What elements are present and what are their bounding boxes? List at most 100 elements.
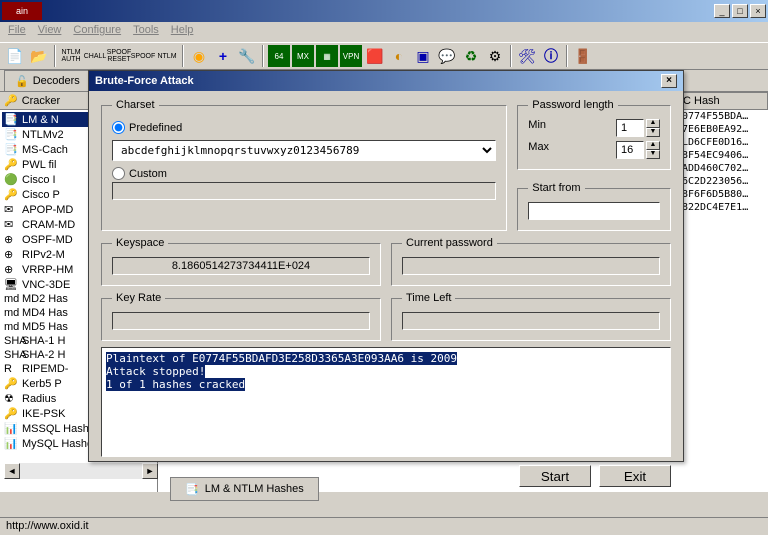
max-input[interactable] <box>616 141 644 159</box>
keyspace-field <box>112 257 370 275</box>
recycle-icon[interactable]: ♻ <box>460 45 482 67</box>
ntlm-icon[interactable]: NTLM <box>156 45 178 67</box>
b64-icon[interactable]: 64 <box>268 45 290 67</box>
pwlen-group: Password length Min ▲▼ Max ▲▼ <box>517 99 671 170</box>
tools-icon[interactable]: 🛠 <box>516 45 538 67</box>
output-line: 1 of 1 hashes cracked <box>106 378 245 391</box>
tree-item-icon: 📊 <box>4 422 18 435</box>
add-icon[interactable]: + <box>212 45 234 67</box>
toolbar: 📄 📂 NTLM AUTH CHALL SPOOF RESET SPOOF NT… <box>0 42 768 70</box>
window-titlebar: ain _ □ × <box>0 0 768 22</box>
tree-item-icon: SHA <box>4 335 18 347</box>
misc1-icon[interactable]: 🟥 <box>364 45 386 67</box>
output-log: Plaintext of E0774F55BDAFD3E258D3365A3E0… <box>101 347 671 457</box>
tab-decoders[interactable]: 🔓 Decoders <box>4 70 91 91</box>
keyrate-group: Key Rate <box>101 292 381 341</box>
hash-cell[interactable]: 6C2D223056… <box>678 175 768 188</box>
dialog-title: Brute-Force Attack <box>95 75 194 87</box>
keyspace-group: Keyspace <box>101 237 381 286</box>
dialog-titlebar: Brute-Force Attack × <box>89 71 683 91</box>
min-up-icon[interactable]: ▲ <box>646 119 660 128</box>
tree-item-icon: 🔑 <box>4 158 18 171</box>
menu-configure[interactable]: Configure <box>73 24 121 40</box>
output-line: Attack stopped! <box>106 365 205 378</box>
tree-item-icon: 📊 <box>4 437 18 450</box>
col-header-hash[interactable]: C Hash <box>678 92 768 110</box>
curpw-field <box>402 257 660 275</box>
hash-cell[interactable]: 8F6F6D5B80… <box>678 188 768 201</box>
misc3-icon[interactable]: ▣ <box>412 45 434 67</box>
tree-item-icon: ✉ <box>4 218 18 231</box>
tool-icon[interactable]: 🔧 <box>236 45 258 67</box>
menu-view[interactable]: View <box>38 24 62 40</box>
charset-group: Charset Predefined abcdefghijklmnopqrstu… <box>101 99 507 231</box>
tree-item-icon: 🖥 <box>4 278 18 291</box>
vpn-icon[interactable]: VPN <box>340 45 362 67</box>
start-button[interactable]: Start <box>519 465 591 487</box>
tree-item-icon: SHA <box>4 349 18 361</box>
app-logo-icon: ain <box>2 2 42 20</box>
open-icon[interactable]: 📂 <box>28 45 50 67</box>
mx-icon[interactable]: MX <box>292 45 314 67</box>
keyrate-field <box>112 312 370 330</box>
hash-cell[interactable]: 8F54EC9406… <box>678 149 768 162</box>
tree-item-icon: 🔑 <box>4 377 18 390</box>
new-icon[interactable]: 📄 <box>4 45 26 67</box>
scroll-left-icon[interactable]: ◄ <box>4 463 20 479</box>
startfrom-input[interactable] <box>528 202 660 220</box>
ntlm-auth-icon[interactable]: NTLM AUTH <box>60 45 82 67</box>
statusbar: http://www.oxid.it <box>0 517 768 535</box>
menu-file[interactable]: File <box>8 24 26 40</box>
hash-cell[interactable]: LD6CFE0D16… <box>678 136 768 149</box>
tree-item-icon: md <box>4 321 18 333</box>
tree-item-icon: 🔑 <box>4 407 18 420</box>
exit-button[interactable]: Exit <box>599 465 671 487</box>
radio-predefined[interactable]: Predefined <box>112 121 496 134</box>
tree-item-icon: ⊕ <box>4 248 18 261</box>
cracker-icon: 🔑 <box>4 94 18 107</box>
spoof-icon[interactable]: SPOOF <box>132 45 154 67</box>
hash-column: 0774F55BDA…7E6EB0EA92…LD6CFE0D16…8F54EC9… <box>678 110 768 214</box>
menu-tools[interactable]: Tools <box>133 24 159 40</box>
output-line: Plaintext of E0774F55BDAFD3E258D3365A3E0… <box>106 352 457 365</box>
tab-label: Decoders <box>33 75 80 87</box>
brute-force-dialog: Brute-Force Attack × Charset Predefined … <box>88 70 684 462</box>
min-input[interactable] <box>616 119 644 137</box>
tree-item-icon: 🔑 <box>4 188 18 201</box>
hash-cell[interactable]: 7E6EB0EA92… <box>678 123 768 136</box>
menubar: File View Configure Tools Help <box>0 22 768 42</box>
decoders-icon: 🔓 <box>15 75 29 88</box>
charset-select[interactable]: abcdefghijklmnopqrstuvwxyz0123456789 <box>112 140 496 161</box>
tree-item-icon: ☢ <box>4 392 18 405</box>
curpw-group: Current password <box>391 237 671 286</box>
tree-item-icon: ⊕ <box>4 263 18 276</box>
tree-item-icon: md <box>4 307 18 319</box>
max-down-icon[interactable]: ▼ <box>646 150 660 159</box>
dialog-close-button[interactable]: × <box>661 74 677 88</box>
about-icon[interactable]: ⓘ <box>540 45 562 67</box>
chat-icon[interactable]: 💬 <box>436 45 458 67</box>
minimize-button[interactable]: _ <box>714 4 730 18</box>
tree-item-icon: 📑 <box>4 128 18 141</box>
startfrom-group: Start from <box>517 182 671 231</box>
custom-charset-input[interactable] <box>112 182 496 200</box>
close-button[interactable]: × <box>750 4 766 18</box>
maximize-button[interactable]: □ <box>732 4 748 18</box>
max-up-icon[interactable]: ▲ <box>646 141 660 150</box>
timeleft-field <box>402 312 660 330</box>
gear-icon[interactable]: ⚙ <box>484 45 506 67</box>
timeleft-group: Time Left <box>391 292 671 341</box>
nit-icon[interactable]: ▦ <box>316 45 338 67</box>
misc2-icon[interactable]: ◐ <box>388 45 410 67</box>
hash-cell[interactable]: 0774F55BDA… <box>678 110 768 123</box>
tree-item-icon: 📑 <box>4 113 18 126</box>
exit-icon[interactable]: 🚪 <box>572 45 594 67</box>
spoof-reset-icon[interactable]: SPOOF RESET <box>108 45 130 67</box>
hash-cell[interactable]: 822DC4E7E1… <box>678 201 768 214</box>
hash-cell[interactable]: ADD460C702… <box>678 162 768 175</box>
radio-custom[interactable]: Custom <box>112 167 496 180</box>
menu-help[interactable]: Help <box>171 24 194 40</box>
chall-icon[interactable]: CHALL <box>84 45 106 67</box>
radio-icon[interactable]: ◉ <box>188 45 210 67</box>
min-down-icon[interactable]: ▼ <box>646 128 660 137</box>
